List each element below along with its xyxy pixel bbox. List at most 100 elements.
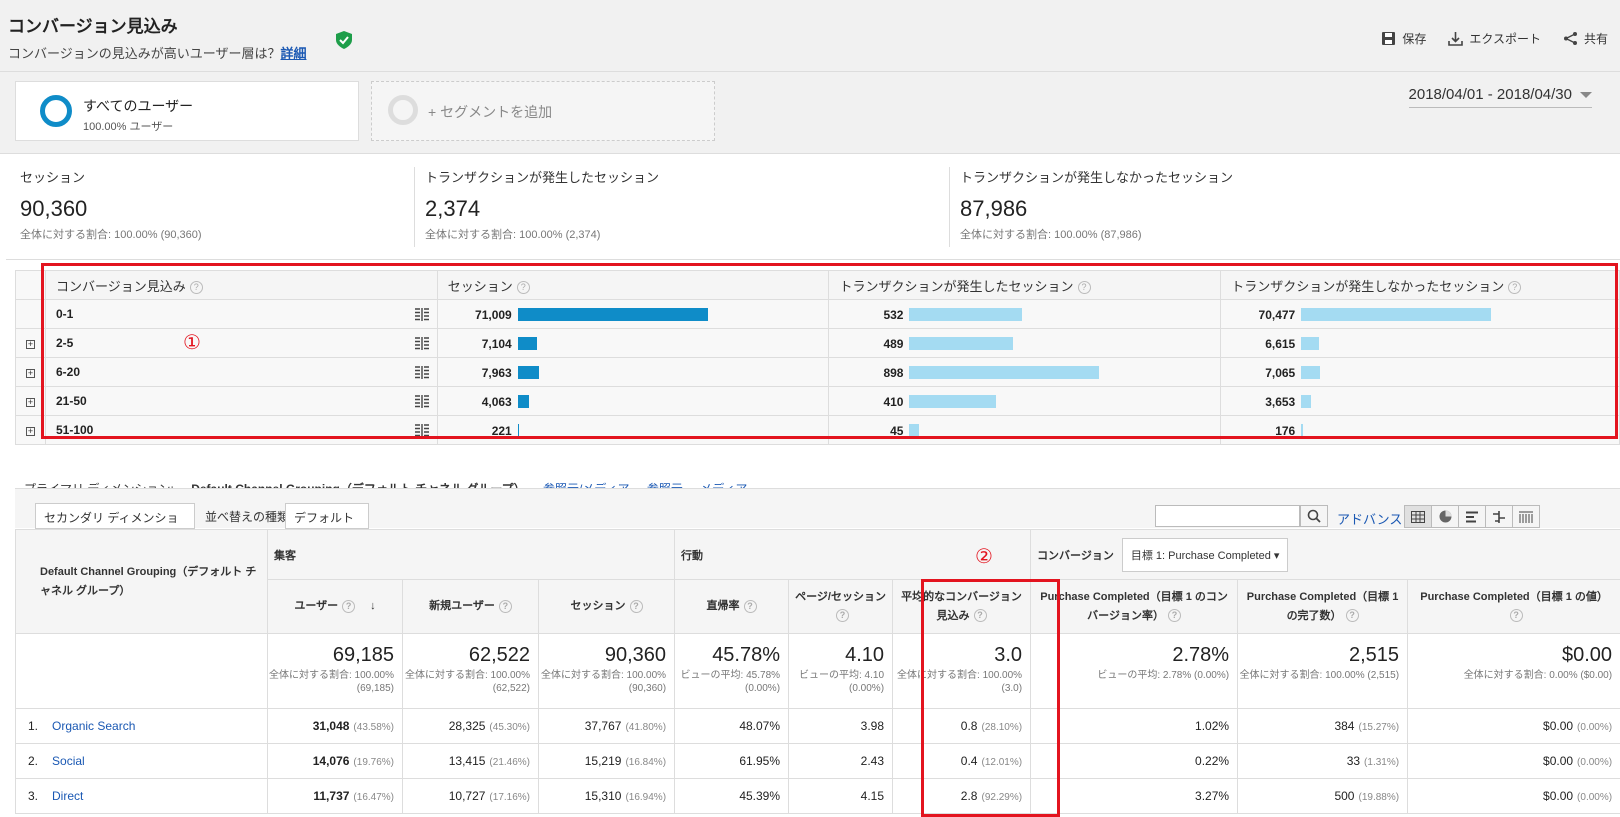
metric-value: 87,986	[960, 196, 1028, 221]
col-sessions[interactable]: セッション?	[537, 579, 676, 634]
sort-type-label: 並べ替えの種類:	[205, 510, 293, 524]
cell-percent: (17.16%)	[489, 792, 530, 803]
total-value: 2.78%	[1172, 644, 1230, 666]
metric-value: 2,374	[425, 196, 481, 221]
table-toolbar: セカンダリ ディメンション 並べ替えの種類: デフォルト アドバンス	[15, 488, 1620, 542]
detail-link[interactable]: 詳細	[280, 46, 306, 61]
pivot-icon	[1519, 511, 1533, 523]
cell-users: 31,048 (43.58%)	[267, 708, 403, 744]
group-header-acquisition: 集客	[266, 529, 676, 580]
col-label: 新規ユーザー	[429, 600, 495, 612]
col-label: セッション	[570, 600, 626, 612]
help-icon[interactable]: ?	[498, 599, 512, 613]
col-goal1-value[interactable]: Purchase Completed（目標 1 の値）?	[1407, 579, 1620, 634]
export-label: エクスポート	[1469, 32, 1541, 46]
total-value: 62,522	[468, 644, 530, 666]
advanced-filter-link[interactable]: アドバンス	[1337, 509, 1402, 528]
cell-bounce: 61.95%	[674, 743, 790, 779]
help-icon[interactable]: ?	[1509, 609, 1523, 623]
segment-all-users[interactable]: すべてのユーザー 100.00% ユーザー	[15, 81, 359, 141]
col-new-users[interactable]: 新規ユーザー?	[402, 579, 539, 634]
row-dimension-cell: 1. Organic Search	[15, 708, 268, 744]
pie-view-button[interactable]	[1431, 505, 1459, 528]
metric-label: トランザクションが発生したセッション	[425, 170, 660, 185]
channel-link[interactable]: Organic Search	[52, 719, 135, 733]
cell-newu: 28,325 (45.30%)	[402, 708, 539, 744]
help-icon[interactable]: ?	[743, 599, 757, 613]
metric-label: トランザクションが発生しなかったセッション	[960, 170, 1234, 185]
cell-percent: (1.31%)	[1364, 757, 1400, 768]
cell-bounce: 48.07%	[674, 708, 790, 744]
help-icon[interactable]: ?	[342, 599, 356, 613]
share-button[interactable]: 共有	[1563, 30, 1608, 47]
export-button[interactable]: エクスポート	[1448, 30, 1541, 47]
cell-value: 48.07%	[739, 719, 781, 733]
row-index: 1.	[28, 719, 39, 733]
total-value: 2,515	[1349, 644, 1400, 666]
col-goal1-completions[interactable]: Purchase Completed（目標 1 の完了数）?	[1237, 579, 1409, 634]
performance-view-button[interactable]	[1458, 505, 1486, 528]
expand-plus-icon[interactable]: +	[25, 398, 35, 407]
help-icon[interactable]: ?	[629, 599, 643, 613]
col-label: ページ/セッション	[795, 590, 886, 603]
cell-pps: 4.15	[788, 778, 894, 814]
cell-percent: (45.30%)	[489, 722, 530, 733]
channel-link[interactable]: Social	[52, 754, 85, 768]
search-button[interactable]	[1300, 505, 1328, 527]
total-sub: 全体に対する割合: 100.00% (90,360)	[540, 670, 667, 694]
col-pages-per-session[interactable]: ページ/セッション?	[788, 579, 894, 634]
cell-pps: 3.98	[788, 708, 894, 744]
cell-percent: (19.76%)	[353, 757, 394, 768]
expand-plus-icon[interactable]: +	[25, 340, 35, 349]
comparison-view-button[interactable]	[1485, 505, 1513, 528]
segment-ring-icon	[40, 95, 72, 127]
channel-link[interactable]: Direct	[52, 789, 83, 803]
save-icon	[1382, 32, 1396, 45]
annotation-box-2	[921, 579, 1060, 817]
col-label: Purchase Completed（目標 1 の完了数）	[1246, 590, 1399, 622]
subtitle-text: コンバージョンの見込みが高いユーザー層は？	[8, 46, 281, 61]
cell-value: 4.15	[860, 789, 885, 803]
cell-value: 61.95%	[739, 754, 781, 768]
annotation-number-1: ①	[183, 332, 201, 354]
add-segment-button[interactable]: + セグメントを追加	[371, 81, 715, 141]
cell-newu: 13,415 (21.46%)	[402, 743, 539, 779]
table-search-input[interactable]	[1155, 505, 1300, 527]
download-icon	[1448, 32, 1464, 46]
col-label: ユーザー	[294, 600, 339, 612]
sort-type-dropdown[interactable]: デフォルト	[285, 503, 369, 537]
col-bounce-rate[interactable]: 直帰率?	[674, 579, 790, 634]
cell-value: 14,076	[312, 754, 350, 768]
secondary-dimension-dropdown[interactable]: セカンダリ ディメンション	[35, 503, 195, 542]
cell-value: 0.22%	[1195, 754, 1230, 768]
cell-value: $0.00	[1543, 719, 1574, 733]
total-value: 4.10	[845, 644, 885, 666]
dim-column-header[interactable]: Default Channel Grouping（デフォルト チャネル グループ…	[15, 529, 268, 634]
help-icon[interactable]: ?	[1345, 609, 1359, 623]
table-row: 3. Direct 11,737 (16.47%) 10,727 (17.16%) 15,3…	[15, 778, 1620, 814]
help-icon[interactable]: ?	[1167, 609, 1181, 623]
save-button[interactable]: 保存	[1381, 30, 1426, 47]
metric-label: セッション	[20, 170, 86, 185]
col-users[interactable]: ユーザー? ↓	[267, 579, 403, 634]
col-label: Purchase Completed（目標 1 の値）	[1420, 590, 1608, 603]
pivot-view-button[interactable]	[1512, 505, 1540, 528]
cell-percent: (16.84%)	[625, 757, 667, 768]
cell-value: 11,737	[313, 789, 350, 803]
help-icon[interactable]: ?	[836, 609, 850, 623]
expand-plus-icon[interactable]: +	[25, 369, 35, 378]
conversion-label: コンバージョン	[1037, 549, 1114, 562]
segment-empty-ring-icon	[388, 95, 418, 125]
table-view-button[interactable]	[1404, 505, 1432, 528]
date-range-picker[interactable]: 2018/04/01 - 2018/04/30	[1408, 86, 1592, 108]
goal-select-dropdown[interactable]: 目標 1: Purchase Completed ▾	[1121, 537, 1289, 572]
sort-type-value: デフォルト	[294, 511, 355, 525]
cell-val: $0.00 (0.00%)	[1407, 708, 1620, 744]
metric-transaction-sessions: トランザクションが発生したセッション 2,374 全体に対する割合: 100.0…	[414, 167, 659, 247]
total-sub: 全体に対する割合: 0.00% ($0.00)	[1463, 670, 1613, 681]
totals-row: 69,185 全体に対する割合: 100.00% (69,185) 62,522 全体…	[15, 633, 1620, 709]
cell-value: 37,767	[584, 719, 622, 733]
table-row: 2. Social 14,076 (19.76%) 13,415 (21.46%) 15,2…	[15, 743, 1620, 779]
col-goal1-conversion-rate[interactable]: Purchase Completed（目標 1 のコンバージョン率）?	[1030, 579, 1239, 634]
expand-plus-icon[interactable]: +	[25, 427, 35, 436]
